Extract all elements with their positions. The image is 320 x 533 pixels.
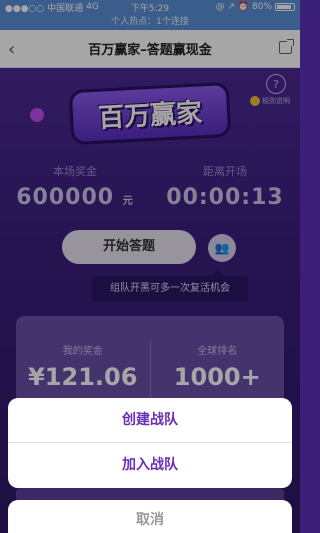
join-team-button[interactable]: 加入战队 [8,443,292,488]
create-team-button[interactable]: 创建战队 [8,398,292,443]
action-sheet: 创建战队 加入战队 [8,398,292,488]
cancel-button[interactable]: 取消 [8,500,292,533]
